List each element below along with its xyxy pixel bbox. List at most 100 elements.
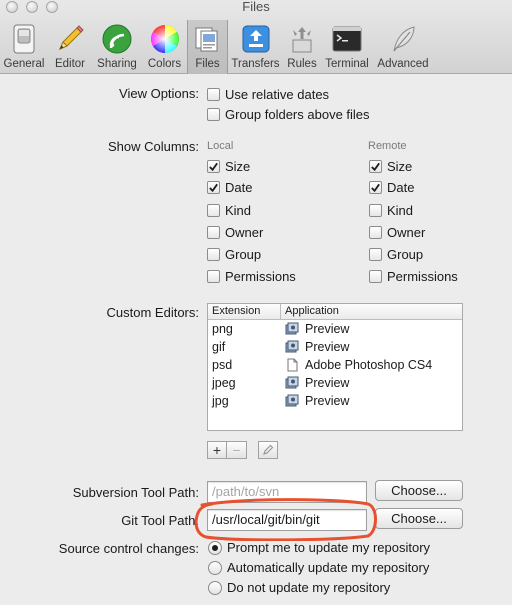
checkbox-box[interactable]	[207, 108, 220, 121]
preview-app-icon	[285, 340, 299, 353]
remote-permissions-checkbox[interactable]: Permissions	[369, 269, 458, 284]
local-kind-checkbox[interactable]: Kind	[207, 203, 251, 218]
terminal-icon	[331, 23, 363, 55]
checkbox-box[interactable]	[207, 181, 220, 194]
checkbox-label: Date	[387, 180, 415, 195]
table-row[interactable]: png Preview	[208, 320, 462, 338]
local-owner-checkbox[interactable]: Owner	[207, 225, 263, 240]
checkbox-box[interactable]	[207, 88, 220, 101]
checkbox-box[interactable]	[369, 204, 382, 217]
radio-prompt-update[interactable]: Prompt me to update my repository	[208, 540, 430, 555]
local-size-checkbox[interactable]: Size	[207, 159, 250, 174]
local-date-checkbox[interactable]: Date	[207, 180, 252, 195]
edit-editor-button[interactable]	[258, 441, 278, 459]
tab-advanced[interactable]: Advanced	[373, 20, 433, 74]
checkbox-box[interactable]	[369, 181, 382, 194]
git-choose-button[interactable]: Choose...	[375, 508, 463, 529]
checkbox-label: Group folders above files	[225, 107, 370, 122]
tab-terminal[interactable]: Terminal	[321, 20, 373, 74]
svn-choose-button[interactable]: Choose...	[375, 480, 463, 501]
tab-colors[interactable]: Colors	[142, 20, 187, 74]
radio-button[interactable]	[208, 580, 222, 595]
checkbox-box[interactable]	[369, 226, 382, 239]
checkbox-box[interactable]	[207, 270, 220, 283]
cell-extension: psd	[212, 358, 233, 372]
table-row[interactable]: psd Adobe Photoshop CS4	[208, 356, 462, 374]
source-control-label: Source control changes:	[58, 541, 199, 556]
add-editor-button[interactable]: +	[207, 441, 227, 459]
table-row[interactable]: jpg Preview	[208, 392, 462, 410]
remote-size-checkbox[interactable]: Size	[369, 159, 412, 174]
tab-files[interactable]: Files	[187, 20, 228, 74]
tab-sharing[interactable]: Sharing	[92, 20, 142, 74]
tab-label: Editor	[54, 58, 86, 70]
radio-label: Automatically update my repository	[227, 560, 430, 575]
checkbox-box[interactable]	[207, 204, 220, 217]
checkbox-box[interactable]	[369, 248, 382, 261]
table-row[interactable]: jpeg Preview	[208, 374, 462, 392]
switch-icon	[8, 23, 40, 55]
cell-extension: png	[212, 322, 233, 336]
tab-general[interactable]: General	[0, 20, 48, 74]
local-column-header: Local	[207, 140, 234, 152]
view-options-label: View Options:	[119, 86, 199, 101]
rules-arrows-icon	[286, 23, 318, 55]
cell-application: Preview	[281, 394, 349, 408]
cell-extension: gif	[212, 340, 226, 354]
show-columns-label: Show Columns:	[107, 139, 199, 154]
checkbox-box[interactable]	[369, 270, 382, 283]
group-folders-checkbox[interactable]: Group folders above files	[207, 107, 370, 122]
checkbox-label: Owner	[225, 225, 264, 240]
tab-label: Advanced	[377, 58, 429, 70]
checkbox-box[interactable]	[207, 160, 220, 173]
column-header-extension[interactable]: Extension	[208, 304, 281, 319]
checkbox-label: Kind	[225, 203, 252, 218]
remote-date-checkbox[interactable]: Date	[369, 180, 414, 195]
folder-docs-icon	[192, 23, 224, 55]
checkbox-label: Kind	[387, 203, 414, 218]
tab-editor[interactable]: Editor	[48, 20, 92, 74]
column-header-application[interactable]: Application	[281, 304, 339, 319]
checkbox-label: Permissions	[387, 269, 458, 284]
table-row[interactable]: gif Preview	[208, 338, 462, 356]
feather-icon	[387, 23, 419, 55]
tab-label: Sharing	[97, 58, 137, 70]
preferences-toolbar: General Editor Sharing Colors Files Tran…	[0, 20, 433, 74]
checkbox-box[interactable]	[369, 160, 382, 173]
tab-rules[interactable]: Rules	[283, 20, 321, 74]
application-name: Preview	[305, 340, 350, 354]
checkbox-label: Group	[225, 247, 262, 262]
checkmark-icon	[209, 183, 218, 192]
radio-no-update[interactable]: Do not update my repository	[208, 580, 390, 595]
remote-owner-checkbox[interactable]: Owner	[369, 225, 425, 240]
git-tool-path-label: Git Tool Path:	[121, 513, 199, 528]
git-tool-path-input[interactable]: /usr/local/git/bin/git	[207, 509, 367, 531]
radio-button[interactable]	[208, 540, 222, 555]
checkbox-label: Size	[225, 159, 251, 174]
remote-group-checkbox[interactable]: Group	[369, 247, 423, 262]
remove-editor-button[interactable]: −	[227, 441, 247, 459]
custom-editors-table[interactable]: Extension Application png Preview gif Pr…	[207, 303, 463, 431]
application-name: Preview	[305, 376, 350, 390]
radio-auto-update[interactable]: Automatically update my repository	[208, 560, 429, 575]
checkbox-box[interactable]	[207, 226, 220, 239]
cell-application: Preview	[281, 340, 349, 354]
radio-button[interactable]	[208, 560, 222, 575]
checkbox-label: Date	[225, 180, 253, 195]
application-name: Preview	[305, 394, 350, 408]
svn-tool-path-input[interactable]: /path/to/svn	[207, 481, 367, 503]
wifi-icon	[101, 23, 133, 55]
svn-tool-path-label: Subversion Tool Path:	[72, 485, 199, 500]
checkbox-label: Permissions	[225, 269, 296, 284]
remote-column-header: Remote	[368, 140, 407, 152]
use-relative-dates-checkbox[interactable]: Use relative dates	[207, 87, 329, 102]
tab-transfers[interactable]: Transfers	[228, 20, 283, 74]
checkbox-box[interactable]	[207, 248, 220, 261]
local-permissions-checkbox[interactable]: Permissions	[207, 269, 296, 284]
preview-app-icon	[285, 394, 299, 407]
remote-kind-checkbox[interactable]: Kind	[369, 203, 413, 218]
table-buttons: + −	[207, 441, 247, 459]
checkmark-icon	[209, 162, 218, 171]
local-group-checkbox[interactable]: Group	[207, 247, 261, 262]
tab-label: Colors	[147, 58, 182, 70]
